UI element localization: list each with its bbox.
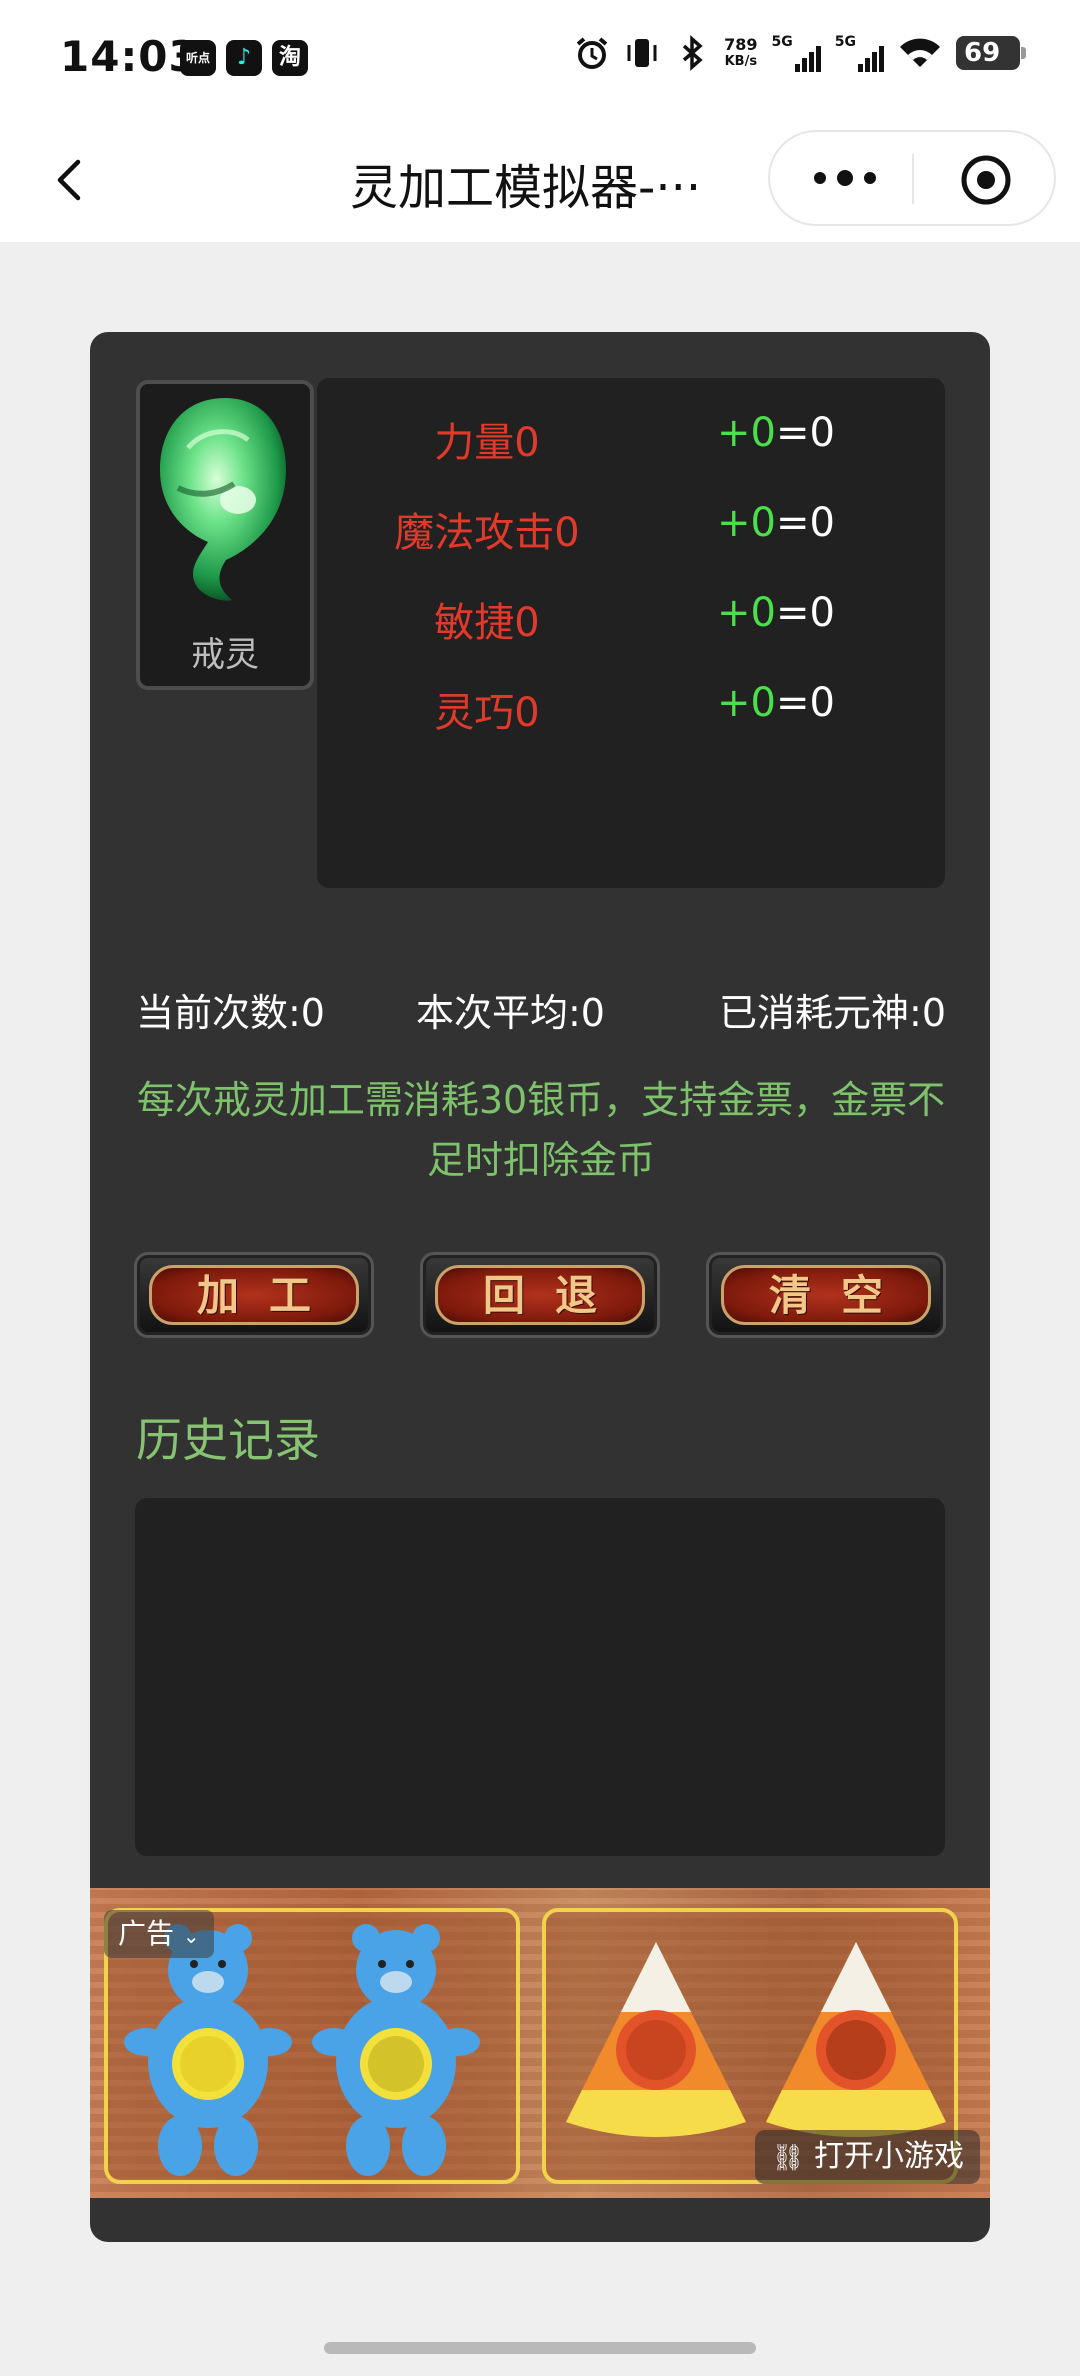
attribute-value: +0=0 [717,590,835,636]
simulator-panel: 戒灵 力量0 +0=0 魔法攻击0 +0=0 敏捷0 +0=0 灵巧0 +0=0… [90,332,990,2242]
status-time: 14:03 [60,32,199,81]
app-notification-tingdian-icon: 听点 [180,40,216,76]
page-title: 灵加工模拟器-··· [350,160,702,216]
chevron-down-icon: ⌄ [182,1924,200,1948]
rollback-button[interactable]: 回退 [420,1252,660,1338]
sim1-label: 5G [771,34,793,50]
consumed-soul: 已消耗元神:0 [719,991,946,1035]
app-notification-taobao-icon: 淘 [272,40,308,76]
attribute-value: +0=0 [717,410,835,456]
bluetooth-icon [682,35,703,71]
back-arrow-icon[interactable] [40,150,100,210]
ad-label[interactable]: 广告 ⌄ [104,1910,214,1958]
history-title: 历史记录 [136,1413,320,1467]
ad-label-text: 广告 [118,1917,175,1950]
history-list[interactable] [135,1498,945,1856]
attribute-result: =0 [775,500,835,546]
attribute-plus: +0 [717,590,776,636]
rollback-button-label: 回退 [435,1265,645,1325]
signal-sim1-icon: 5G [772,34,821,72]
clear-button-label: 清空 [721,1265,931,1325]
mini-program-navbar: 灵加工模拟器-··· [0,118,1080,242]
stats-line: 当前次数:0 本次平均:0 已消耗元神:0 [136,982,946,1042]
app-notification-douyin-icon: ♪ [226,40,262,76]
process-button-label: 加工 [149,1265,359,1325]
attribute-result: =0 [775,410,835,456]
home-indicator[interactable] [324,2342,756,2354]
network-speed-value: 789 [724,35,758,54]
attribute-row-strength: 力量0 +0=0 [317,410,945,470]
ring-spirit-card[interactable]: 戒灵 [136,380,314,690]
signal-sim2-icon: 5G [835,34,884,72]
attribute-value: +0=0 [717,500,835,546]
attribute-value: +0=0 [717,680,835,726]
cost-notice: 每次戒灵加工需消耗30银币，支持金票，金票不足时扣除金币 [136,1078,946,1182]
capsule-menu [768,130,1056,226]
open-mini-game-label: 打开小游戏 [814,2139,964,2174]
network-speed-unit: KB/s [724,54,758,69]
attribute-panel: 力量0 +0=0 魔法攻击0 +0=0 敏捷0 +0=0 灵巧0 +0=0 [317,378,945,888]
capsule-divider [912,154,914,204]
attribute-row-dexterity: 灵巧0 +0=0 [317,680,945,740]
attribute-row-agility: 敏捷0 +0=0 [317,590,945,650]
current-count: 当前次数:0 [136,991,325,1035]
vibrate-icon [627,39,657,67]
attribute-name: 敏捷0 [434,600,540,646]
ring-spirit-icon [160,398,286,601]
ad-banner[interactable]: 广告 ⌄ ⛓ 打开小游戏 [90,1888,990,2198]
open-mini-game-button[interactable]: ⛓ 打开小游戏 [755,2130,980,2184]
attribute-plus: +0 [717,680,776,726]
network-speed: 789 KB/s [724,36,757,70]
attribute-plus: +0 [717,500,776,546]
average-value: 本次平均:0 [416,991,605,1035]
attribute-result: =0 [775,680,835,726]
status-indicators: 789 KB/s 5G 5G 69 [574,34,1026,72]
sim2-label: 5G [834,34,856,50]
attribute-result: =0 [775,590,835,636]
clear-button[interactable]: 清空 [706,1252,946,1338]
ring-spirit-name: 戒灵 [191,635,259,675]
attribute-name: 力量0 [434,420,540,466]
alarm-icon [576,37,608,69]
attribute-plus: +0 [717,410,776,456]
attribute-row-magic-attack: 魔法攻击0 +0=0 [317,500,945,560]
attribute-name: 灵巧0 [434,690,540,736]
wifi-icon [900,38,940,67]
more-options-icon[interactable] [810,166,880,190]
process-button[interactable]: 加工 [134,1252,374,1338]
status-bar: 14:03 听点 ♪ 淘 789 KB/s 5G 5G 69 [0,0,1080,118]
attribute-name: 魔法攻击0 [394,510,580,556]
link-icon: ⛓ [771,2143,805,2173]
battery-indicator: 69 [956,36,1026,70]
close-miniprogram-icon[interactable] [960,154,1012,206]
